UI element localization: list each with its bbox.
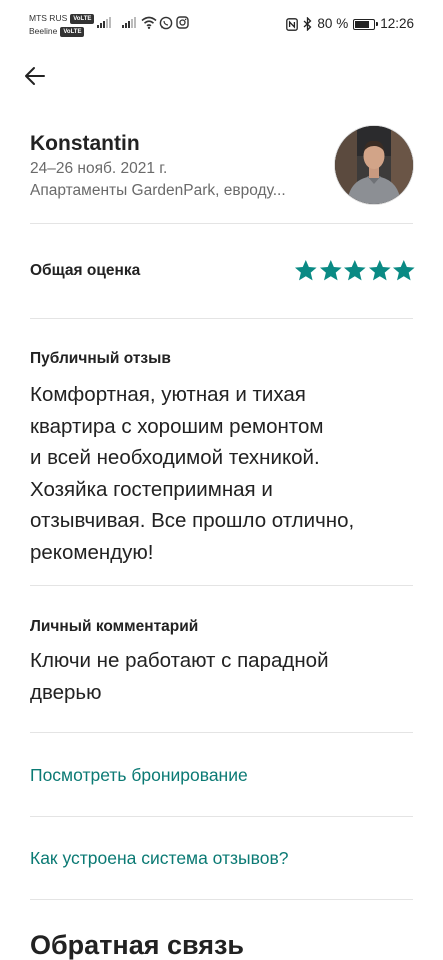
- public-review-line: рекомендую!: [30, 540, 154, 564]
- divider: [30, 223, 413, 224]
- carrier-1-label: MTS RUS: [29, 13, 68, 23]
- guest-photo: [335, 126, 413, 204]
- public-review-line: и всей необходимой техникой.: [30, 446, 320, 469]
- back-button[interactable]: [22, 63, 48, 89]
- battery-percent: 80 %: [317, 16, 349, 31]
- divider: [30, 732, 413, 733]
- public-review-line: Хозяйка гостеприимная и: [30, 477, 273, 501]
- rating-stars: [294, 259, 416, 282]
- signal-2-icon: [122, 17, 136, 28]
- arrow-left-icon: [25, 67, 45, 85]
- public-review-text: Комфортная, уютная и тихая квартира с хо…: [30, 379, 410, 568]
- private-comment-line: дверью: [30, 680, 102, 704]
- star-icon: [368, 259, 391, 281]
- carrier-2-label: Beeline: [29, 26, 58, 36]
- signal-1-icon: [97, 17, 111, 28]
- instagram-icon: [176, 16, 189, 29]
- star-icon: [319, 259, 342, 281]
- volte-badge: VoLTE: [60, 26, 85, 37]
- clock: 12:26: [380, 16, 414, 31]
- stay-dates: 24–26 нояб. 2021 г.: [30, 160, 168, 177]
- divider: [30, 816, 413, 817]
- overall-rating-label: Общая оценка: [30, 262, 141, 279]
- public-review-label: Публичный отзыв: [30, 350, 171, 367]
- volte-badge: VoLTE: [70, 13, 95, 24]
- divider: [30, 585, 413, 586]
- private-comment-text: Ключи не работают с парадной дверью: [30, 645, 410, 708]
- carrier-info: MTS RUS VoLTE Beeline VoLTE: [29, 12, 95, 38]
- status-bar: MTS RUS VoLTE Beeline VoLTE 80 % 12:26: [0, 0, 443, 50]
- public-review-line: Комфортная, уютная и тихая: [30, 383, 306, 406]
- how-reviews-work-link[interactable]: Как устроена система отзывов?: [30, 848, 289, 869]
- guest-name: Konstantin: [30, 132, 140, 155]
- bluetooth-icon: [303, 17, 312, 31]
- public-review-line: отзывчивая. Все прошло отлично,: [30, 509, 355, 532]
- status-bar-right: 80 % 12:26: [286, 15, 414, 33]
- divider: [30, 899, 413, 900]
- feedback-heading: Обратная связь: [30, 930, 245, 960]
- private-comment-line: Ключи не работают с парадной: [30, 649, 329, 672]
- view-booking-link[interactable]: Посмотреть бронирование: [30, 765, 248, 786]
- star-icon: [393, 259, 415, 281]
- wifi-icon: [141, 16, 157, 29]
- public-review-line: квартира с хорошим ремонтом: [30, 414, 324, 438]
- star-icon: [294, 259, 317, 281]
- listing-name: Апартаменты GardenPark, евроду...: [30, 182, 286, 199]
- private-comment-label: Личный комментарий: [30, 618, 199, 635]
- star-icon: [344, 259, 366, 281]
- battery-icon: [353, 18, 379, 30]
- nfc-icon: [286, 17, 299, 31]
- divider: [30, 318, 413, 319]
- avatar[interactable]: [335, 126, 413, 204]
- whatsapp-icon: [159, 16, 173, 30]
